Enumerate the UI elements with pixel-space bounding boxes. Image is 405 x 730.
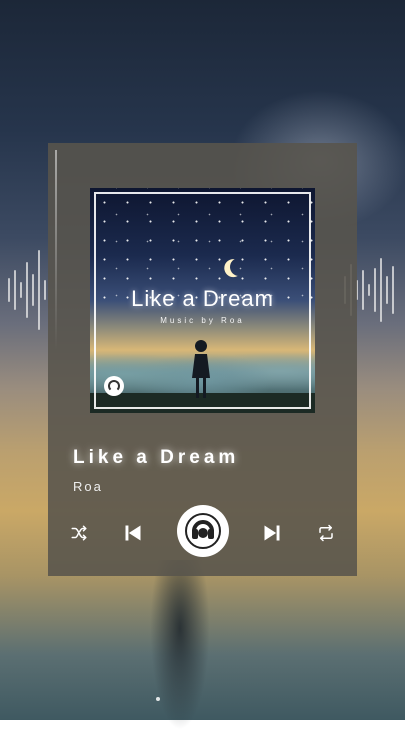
previous-button[interactable] [121, 521, 145, 545]
artwork-subtitle: Music by Roa [160, 316, 245, 325]
artist-name: Roa [73, 479, 103, 494]
album-artwork: Like a Dream Music by Roa [90, 188, 315, 413]
play-logo-icon [185, 513, 221, 549]
play-button[interactable] [177, 505, 229, 557]
shuffle-icon [71, 525, 87, 541]
repeat-button[interactable] [315, 522, 337, 544]
page-indicator [156, 697, 160, 701]
skip-next-icon [264, 525, 280, 541]
shuffle-button[interactable] [68, 522, 90, 544]
artwork-logo-mark [108, 380, 120, 392]
song-title: Like a Dream [73, 447, 240, 468]
card-highlight [55, 150, 57, 350]
next-button[interactable] [260, 521, 284, 545]
artwork-title: Like a Dream [131, 286, 274, 311]
background-silhouette [150, 560, 210, 730]
repeat-icon [319, 524, 333, 542]
skip-previous-icon [125, 525, 141, 541]
